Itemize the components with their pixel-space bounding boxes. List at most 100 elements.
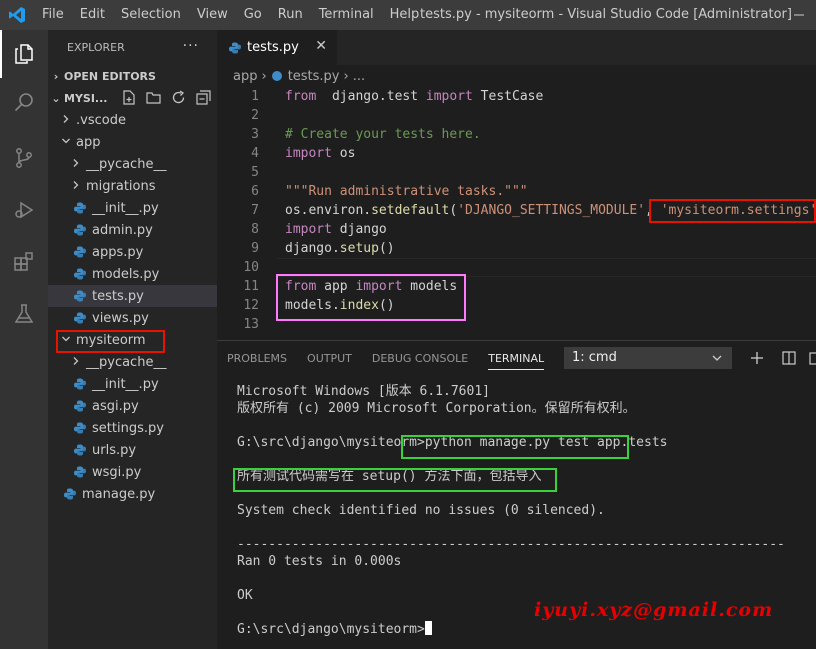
workspace-label: MYSI... bbox=[64, 91, 108, 105]
workspace-section[interactable]: ⌄ MYSI... bbox=[48, 87, 217, 109]
chevron-down-icon bbox=[58, 334, 74, 347]
breadcrumb-item[interactable]: ... bbox=[353, 69, 365, 84]
tree-item-label: manage.py bbox=[82, 486, 156, 502]
new-file-icon[interactable] bbox=[122, 90, 136, 105]
chevron-right-icon bbox=[68, 158, 84, 171]
chevron-down-icon: ⌄ bbox=[51, 91, 61, 105]
refresh-icon[interactable] bbox=[171, 90, 186, 105]
terminal-line: G:\src\django\mysiteorm>python manage.py… bbox=[237, 434, 785, 451]
menu-edit[interactable]: Edit bbox=[72, 0, 113, 30]
explorer-icon[interactable] bbox=[0, 30, 40, 78]
tree-item-app[interactable]: app bbox=[48, 131, 217, 153]
chevron-right-icon: › bbox=[343, 68, 349, 84]
code-token: os bbox=[331, 146, 356, 161]
breadcrumb-item[interactable]: app bbox=[233, 69, 257, 84]
python-file-icon bbox=[74, 312, 86, 324]
split-terminal-icon[interactable] bbox=[781, 350, 797, 370]
menu-selection[interactable]: Selection bbox=[113, 0, 189, 30]
code-line: 13 bbox=[217, 315, 816, 334]
tree-item-init-py[interactable]: __init__.py bbox=[48, 373, 217, 395]
tree-item-pycache[interactable]: __pycache__ bbox=[48, 153, 217, 175]
tree-item-label: admin.py bbox=[92, 222, 153, 238]
code-token: index bbox=[339, 298, 379, 313]
tree-item-label: .vscode bbox=[76, 112, 126, 128]
python-file-icon bbox=[74, 466, 86, 478]
code-token: import bbox=[285, 222, 332, 237]
menu-view[interactable]: View bbox=[189, 0, 236, 30]
panel-tab-debug-console[interactable]: DEBUG CONSOLE bbox=[362, 341, 478, 376]
line-number: 11 bbox=[243, 279, 259, 294]
code-token: TestCase bbox=[472, 89, 544, 104]
flask-icon[interactable] bbox=[8, 298, 40, 330]
run-debug-icon[interactable] bbox=[8, 194, 40, 226]
tree-item-label: __pycache__ bbox=[86, 354, 167, 370]
extensions-icon[interactable] bbox=[8, 246, 40, 278]
minimize-icon[interactable] bbox=[792, 8, 806, 22]
tree-item-admin-py[interactable]: admin.py bbox=[48, 219, 217, 241]
chevron-down-icon bbox=[711, 351, 723, 371]
terminal-line: G:\src\django\mysiteorm> bbox=[237, 621, 785, 638]
tree-item-mysiteorm[interactable]: mysiteorm bbox=[48, 329, 217, 351]
panel-tab-terminal[interactable]: TERMINAL bbox=[478, 341, 554, 376]
code-line: 6 """Run administrative tasks.""" bbox=[217, 182, 816, 201]
menu-go[interactable]: Go bbox=[236, 0, 270, 30]
python-file-icon bbox=[229, 42, 241, 54]
line-number: 6 bbox=[251, 184, 259, 199]
collapse-all-icon[interactable] bbox=[196, 90, 211, 105]
tree-item-pycache[interactable]: __pycache__ bbox=[48, 351, 217, 373]
code-text: import django bbox=[285, 220, 387, 239]
line-number: 13 bbox=[243, 317, 259, 332]
python-file-icon bbox=[74, 378, 86, 390]
tree-item-models-py[interactable]: models.py bbox=[48, 263, 217, 285]
more-actions-icon[interactable]: ··· bbox=[183, 38, 199, 54]
source-control-icon[interactable] bbox=[8, 142, 40, 174]
tree-item-settings-py[interactable]: settings.py bbox=[48, 417, 217, 439]
tree-item-label: migrations bbox=[86, 178, 156, 194]
open-editors-section[interactable]: › OPEN EDITORS bbox=[48, 65, 217, 87]
code-token: app bbox=[316, 279, 356, 294]
code-token: from bbox=[285, 279, 317, 294]
code-token: 'DJANGO_SETTINGS_MODULE' bbox=[457, 203, 646, 218]
current-line-highlight bbox=[277, 258, 816, 277]
tree-item-migrations[interactable]: migrations bbox=[48, 175, 217, 197]
code-token: () bbox=[378, 241, 395, 256]
close-icon[interactable]: ✕ bbox=[315, 38, 327, 54]
trash-icon[interactable] bbox=[809, 350, 816, 370]
code-editor[interactable]: 1 from django.test import TestCase 2 3 # Cre… bbox=[217, 87, 816, 334]
code-text: django.setup() bbox=[285, 239, 395, 258]
tree-item-vscode[interactable]: .vscode bbox=[48, 109, 217, 131]
panel-tab-problems[interactable]: PROBLEMS bbox=[217, 341, 297, 376]
tree-item-label: wsgi.py bbox=[92, 464, 142, 480]
tree-item-asgi-py[interactable]: asgi.py bbox=[48, 395, 217, 417]
line-number: 2 bbox=[251, 108, 259, 123]
tab-tests-py[interactable]: tests.py ✕ bbox=[217, 30, 337, 65]
tree-item-wsgi-py[interactable]: wsgi.py bbox=[48, 461, 217, 483]
line-number: 8 bbox=[251, 222, 259, 237]
menu-terminal[interactable]: Terminal bbox=[311, 0, 382, 30]
terminal-select[interactable]: 1: cmd bbox=[564, 347, 732, 369]
line-number: 12 bbox=[243, 298, 259, 313]
tree-item-apps-py[interactable]: apps.py bbox=[48, 241, 217, 263]
breadcrumb: app › tests.py › ... bbox=[217, 65, 816, 87]
chevron-right-icon bbox=[68, 356, 84, 369]
panel-tab-output[interactable]: OUTPUT bbox=[297, 341, 362, 376]
tree-item-urls-py[interactable]: urls.py bbox=[48, 439, 217, 461]
breadcrumb-item[interactable]: tests.py bbox=[288, 69, 340, 84]
tree-item-init-py[interactable]: __init__.py bbox=[48, 197, 217, 219]
menu-file[interactable]: File bbox=[34, 0, 72, 30]
editor-tabs: tests.py ✕ bbox=[217, 30, 816, 65]
tree-item-tests-py[interactable]: tests.py bbox=[48, 285, 217, 307]
tree-item-manage-py[interactable]: manage.py bbox=[48, 483, 217, 505]
search-icon[interactable] bbox=[8, 86, 40, 118]
new-folder-icon[interactable] bbox=[146, 90, 161, 105]
python-file-icon bbox=[74, 202, 86, 214]
window-title: tests.py - mysiteorm - Visual Studio Cod… bbox=[420, 7, 792, 22]
tree-item-views-py[interactable]: views.py bbox=[48, 307, 217, 329]
line-number: 10 bbox=[243, 260, 259, 275]
terminal-select-value: 1: cmd bbox=[572, 350, 617, 365]
add-terminal-icon[interactable] bbox=[749, 350, 765, 370]
menu-run[interactable]: Run bbox=[270, 0, 311, 30]
